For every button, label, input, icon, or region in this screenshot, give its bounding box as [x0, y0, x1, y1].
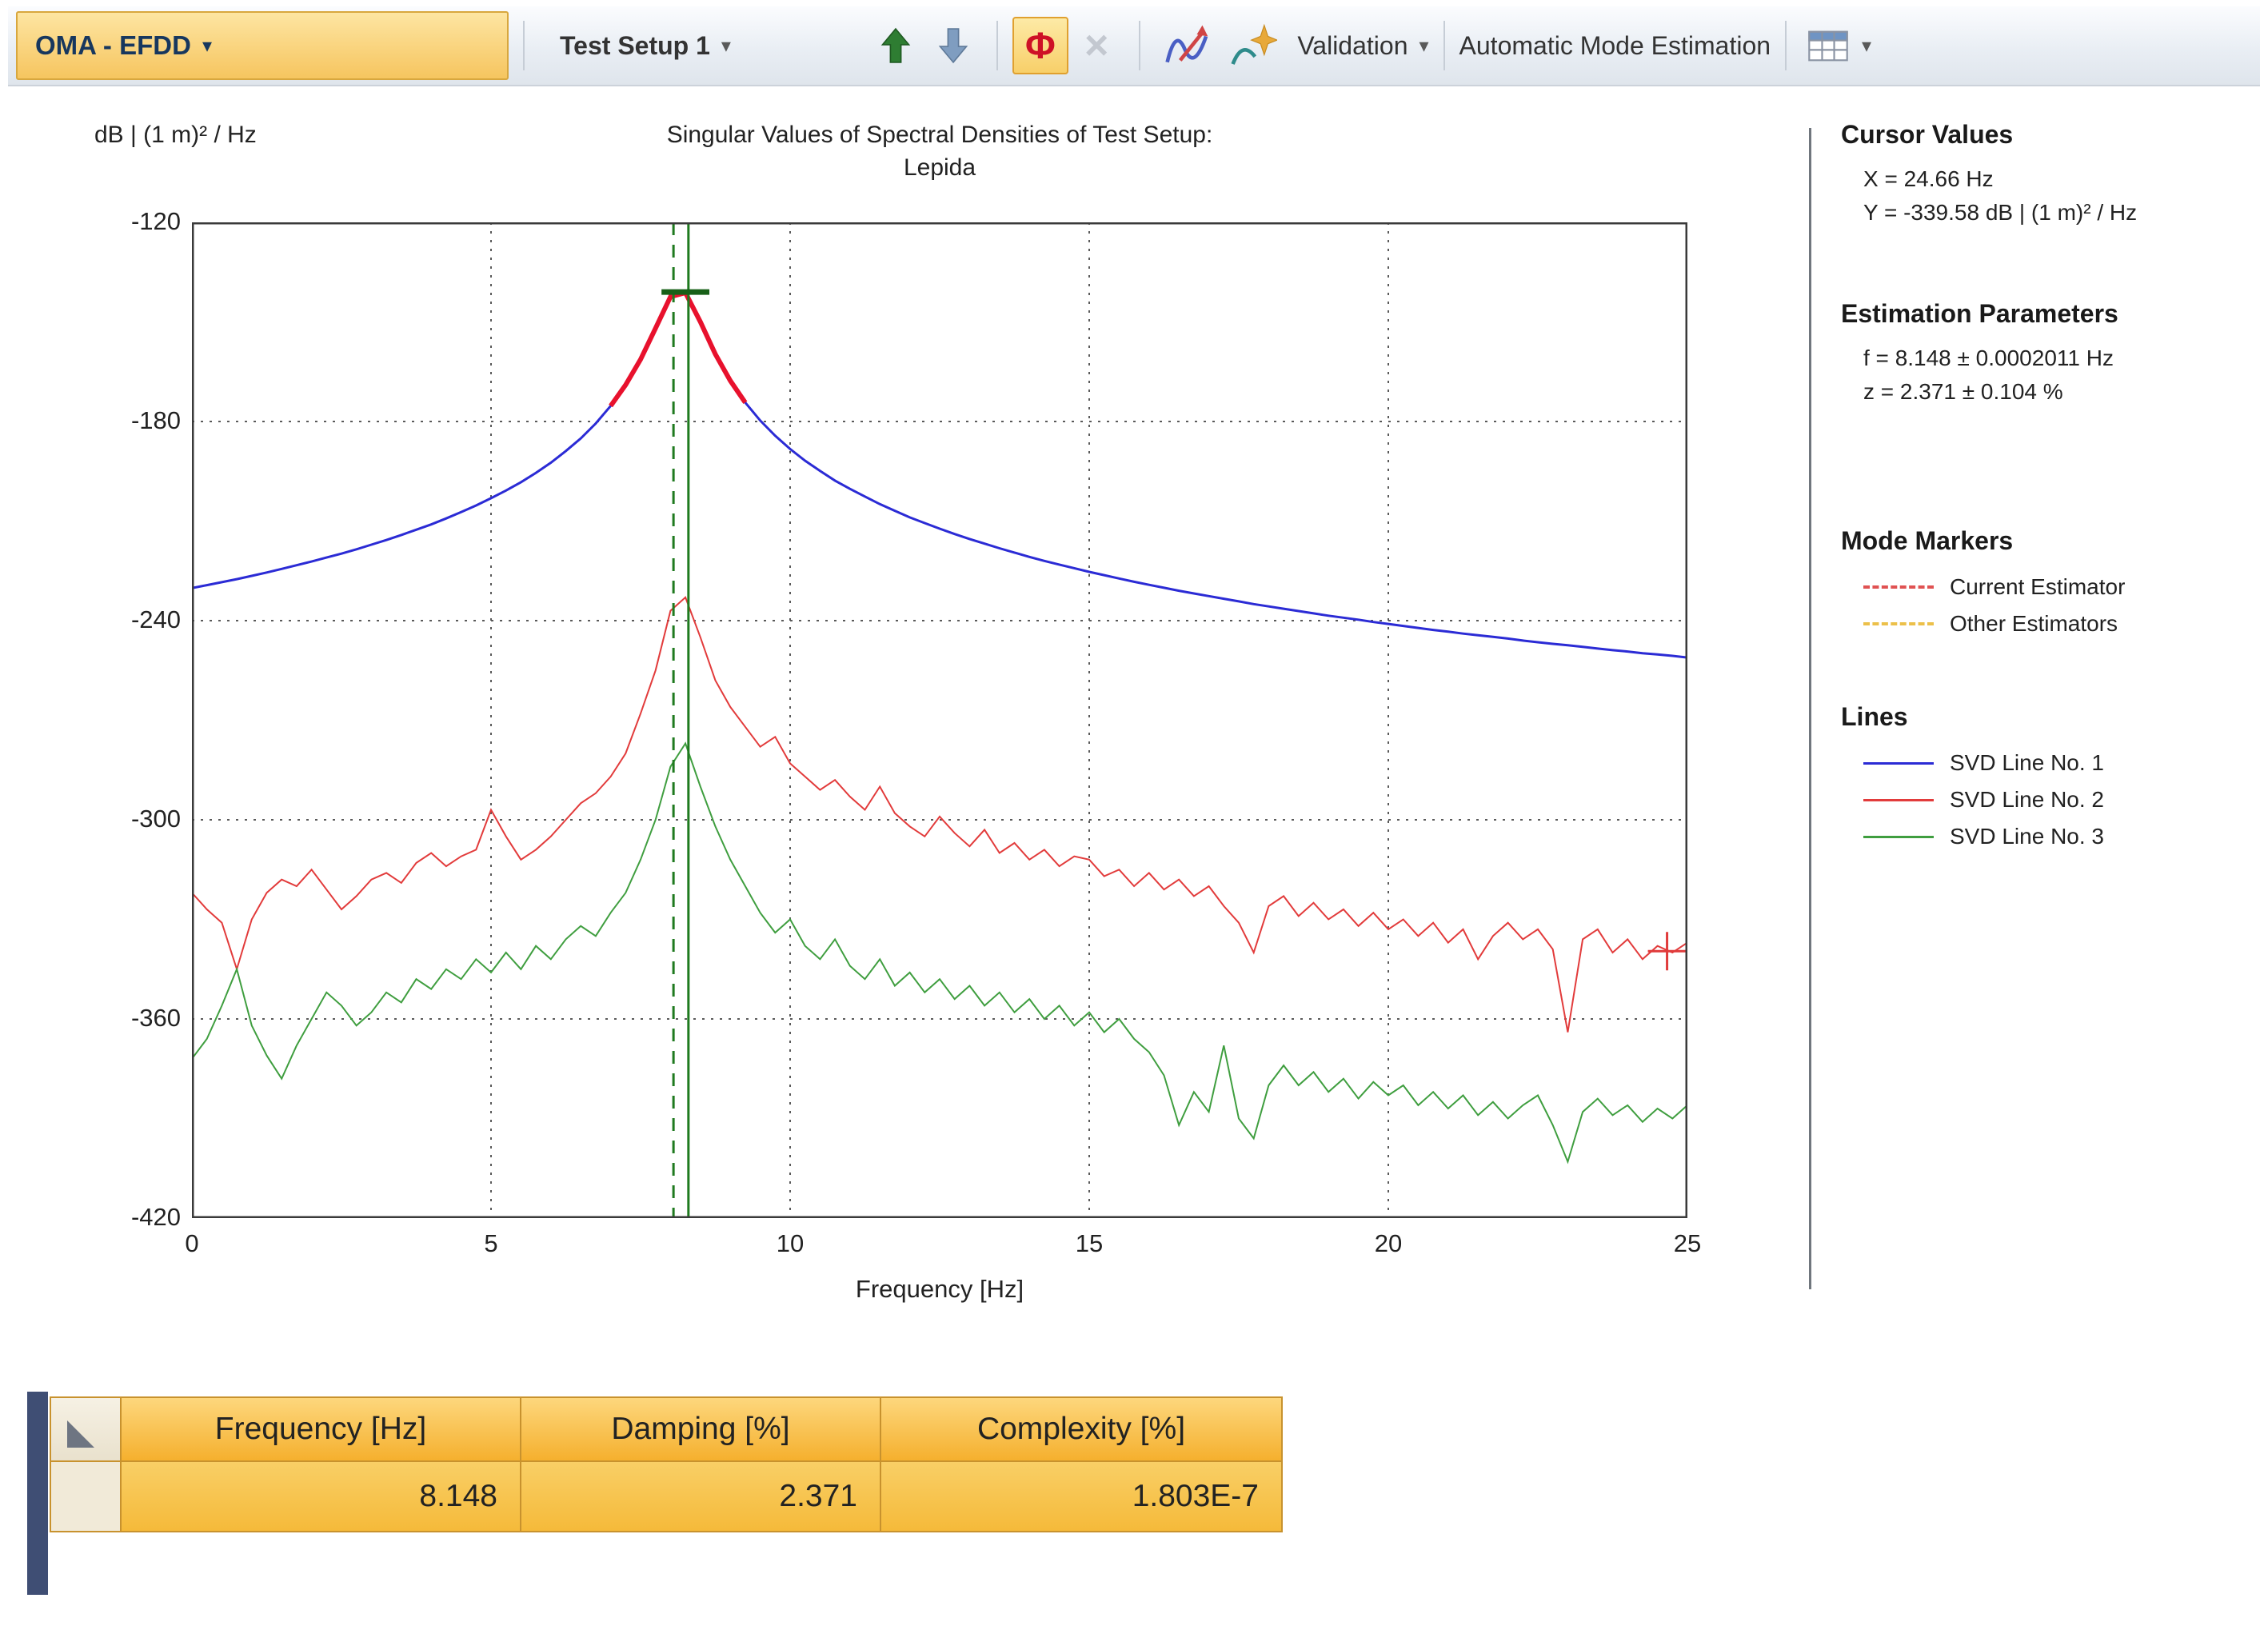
legend-label: SVD Line No. 1	[1950, 750, 2104, 776]
current-estimator-dash-icon	[1863, 585, 1934, 589]
svd-line-1-sample-icon	[1863, 762, 1934, 765]
cursor-x-value: X = 24.66 Hz	[1841, 162, 2268, 196]
application-window: OMA - EFDD ▾ Test Setup 1 ▾ Φ ×	[0, 0, 2268, 1626]
complexity-value-cell[interactable]: 1.803E-7	[880, 1461, 1282, 1532]
lines-legend-section: Lines SVD Line No. 1 SVD Line No. 2 SVD …	[1841, 702, 2268, 855]
column-header-frequency[interactable]: Frequency [Hz]	[121, 1397, 521, 1461]
row-selector-cell[interactable]	[50, 1461, 121, 1532]
chart-title-line1: Singular Values of Spectral Densities of…	[336, 118, 1543, 151]
plot-background	[192, 222, 1687, 1218]
automatic-mode-estimation-label: Automatic Mode Estimation	[1459, 31, 1771, 61]
move-up-button[interactable]	[873, 21, 918, 70]
add-estimator-button[interactable]	[1227, 19, 1280, 72]
frequency-value-cell[interactable]: 8.148	[121, 1461, 521, 1532]
legend-item: SVD Line No. 3	[1841, 818, 2268, 855]
oma-efdd-dropdown-button[interactable]: OMA - EFDD ▾	[16, 11, 509, 80]
curve-fit-button[interactable]	[1161, 19, 1214, 72]
oma-efdd-label: OMA - EFDD	[35, 30, 191, 61]
down-arrow-icon	[936, 26, 971, 66]
test-setup-label: Test Setup 1	[560, 31, 710, 61]
test-setup-dropdown[interactable]: Test Setup 1 ▾	[560, 31, 731, 61]
info-panel: Cursor Values X = 24.66 Hz Y = -339.58 d…	[1841, 0, 2268, 1360]
column-header-complexity[interactable]: Complexity [%]	[880, 1397, 1282, 1461]
chart-title: Singular Values of Spectral Densities of…	[336, 118, 1543, 184]
curve-arrow-icon	[1164, 22, 1212, 70]
svd-plot-svg[interactable]	[192, 222, 1687, 1218]
toolbar-separator	[996, 21, 998, 70]
toolbar-separator	[1443, 21, 1445, 70]
column-header-damping[interactable]: Damping [%]	[521, 1397, 880, 1461]
table-left-edge-strip	[27, 1392, 48, 1595]
x-tick-label: 0	[144, 1229, 240, 1258]
select-all-triangle-icon	[67, 1420, 94, 1448]
plot-area[interactable]	[192, 222, 1687, 1218]
x-tick-label: 15	[1041, 1229, 1137, 1258]
x-tick-label: 10	[742, 1229, 838, 1258]
validation-label: Validation	[1297, 31, 1408, 61]
estimated-frequency: f = 8.148 ± 0.0002011 Hz	[1841, 342, 2268, 375]
legend-label: Other Estimators	[1950, 611, 2118, 637]
svd-line-3-sample-icon	[1863, 836, 1934, 838]
cursor-y-value: Y = -339.58 dB | (1 m)² / Hz	[1841, 196, 2268, 230]
damping-value-cell[interactable]: 2.371	[521, 1461, 880, 1532]
chart-title-line2: Lepida	[336, 151, 1543, 184]
legend-label: SVD Line No. 3	[1950, 824, 2104, 849]
y-tick-label: -120	[72, 207, 181, 236]
svd-line-2-sample-icon	[1863, 799, 1934, 801]
x-tick-label: 25	[1639, 1229, 1735, 1258]
panel-divider	[1809, 128, 1811, 1289]
move-down-button[interactable]	[931, 21, 976, 70]
validation-dropdown[interactable]: Validation ▾	[1297, 31, 1428, 61]
toolbar-separator	[1785, 21, 1787, 70]
legend-item: Current Estimator	[1841, 569, 2268, 605]
chevron-down-icon: ▾	[202, 34, 212, 58]
lines-legend-title: Lines	[1841, 702, 2268, 732]
other-estimators-dash-icon	[1863, 622, 1934, 625]
chevron-down-icon: ▾	[1419, 34, 1428, 58]
phi-icon: Φ	[1025, 24, 1056, 67]
table-corner-cell[interactable]	[50, 1397, 121, 1461]
y-axis-unit-label: dB | (1 m)² / Hz	[94, 122, 257, 149]
delete-mode-button[interactable]: ×	[1084, 25, 1108, 66]
close-icon: ×	[1084, 22, 1108, 69]
toolbar-separator	[1139, 21, 1140, 70]
estimation-parameters-section: Estimation Parameters f = 8.148 ± 0.0002…	[1841, 299, 2268, 409]
legend-item: SVD Line No. 1	[1841, 745, 2268, 781]
chevron-down-icon: ▾	[721, 34, 731, 58]
cursor-values-section: Cursor Values X = 24.66 Hz Y = -339.58 d…	[1841, 120, 2268, 230]
estimation-parameters-title: Estimation Parameters	[1841, 299, 2268, 329]
table-row[interactable]: 8.148 2.371 1.803E-7	[50, 1461, 1282, 1532]
x-axis-label: Frequency [Hz]	[192, 1275, 1687, 1304]
curve-sparkle-icon	[1229, 22, 1277, 70]
y-tick-label: -420	[72, 1203, 181, 1232]
legend-item: SVD Line No. 2	[1841, 781, 2268, 818]
y-tick-label: -360	[72, 1004, 181, 1033]
table-header-row: Frequency [Hz] Damping [%] Complexity [%…	[50, 1397, 1282, 1461]
x-tick-label: 5	[443, 1229, 539, 1258]
legend-label: SVD Line No. 2	[1950, 787, 2104, 813]
legend-item: Other Estimators	[1841, 605, 2268, 642]
mode-markers-section: Mode Markers Current Estimator Other Est…	[1841, 526, 2268, 642]
x-tick-label: 20	[1340, 1229, 1436, 1258]
y-tick-label: -300	[72, 805, 181, 833]
up-arrow-icon	[878, 26, 913, 66]
estimated-damping: z = 2.371 ± 0.104 %	[1841, 375, 2268, 409]
mode-markers-title: Mode Markers	[1841, 526, 2268, 556]
y-tick-label: -180	[72, 406, 181, 435]
toolbar-separator	[523, 21, 525, 70]
legend-label: Current Estimator	[1950, 574, 2125, 600]
y-tick-label: -240	[72, 605, 181, 634]
mode-results-table: Frequency [Hz] Damping [%] Complexity [%…	[50, 1396, 1283, 1532]
mode-shape-phi-toggle[interactable]: Φ	[1012, 17, 1068, 74]
cursor-values-title: Cursor Values	[1841, 120, 2268, 150]
automatic-mode-estimation-button[interactable]: Automatic Mode Estimation	[1459, 31, 1771, 61]
